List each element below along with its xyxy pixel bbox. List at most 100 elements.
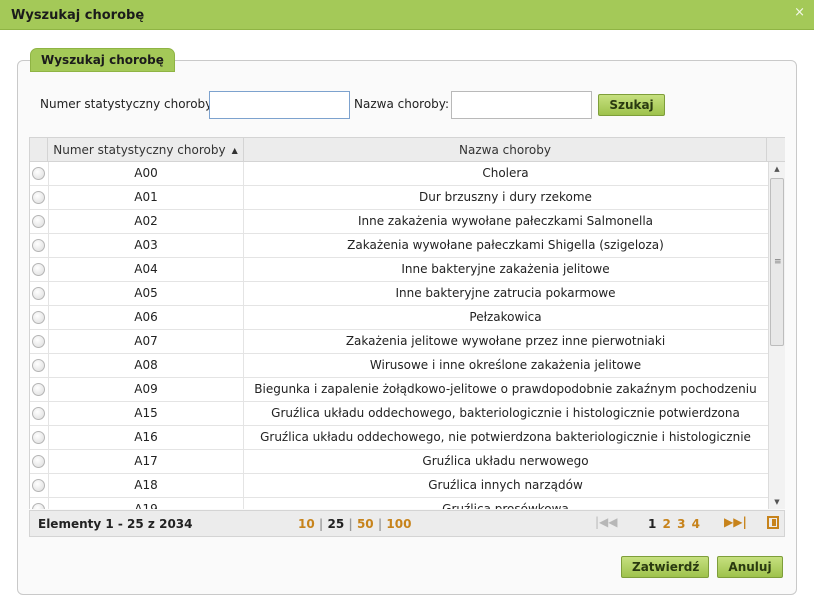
row-radio[interactable] (32, 215, 45, 228)
scroll-down-icon[interactable]: ▼ (769, 495, 785, 509)
disease-name: Gruźlica układu nerwowego (422, 454, 589, 468)
scrollbar-thumb[interactable]: ≡ (770, 178, 784, 346)
table-row[interactable]: A15 Gruźlica układu oddechowego, bakterio… (30, 402, 768, 426)
disease-code: A05 (48, 282, 244, 305)
disease-name: Biegunka i zapalenie żołądkowo-jelitowe … (254, 382, 757, 396)
page-size-separator: | (377, 517, 383, 531)
table-row[interactable]: A18 Gruźlica innych narządów (30, 474, 768, 498)
disease-name: Gruźlica układu oddechowego, nie potwier… (260, 430, 751, 444)
disease-code: A00 (48, 162, 244, 185)
disease-name: Gruźlica prosówkowa (442, 502, 569, 509)
code-label: Numer statystyczny choroby: (40, 97, 216, 111)
disease-code: A06 (48, 306, 244, 329)
table-row[interactable]: A09 Biegunka i zapalenie żołądkowo-jelito… (30, 378, 768, 402)
page-size-50[interactable]: 50 (357, 517, 374, 531)
row-radio[interactable] (32, 455, 45, 468)
disease-name: Gruźlica układu oddechowego, bakteriolog… (271, 406, 740, 420)
disease-code: A08 (48, 354, 244, 377)
page-1[interactable]: 1 (648, 517, 656, 531)
dialog-title: Wyszukaj chorobę (11, 8, 145, 23)
panel-legend: Wyszukaj chorobę (30, 48, 175, 72)
table-row[interactable]: A03 Zakażenia wywołane pałeczkami Shigell… (30, 234, 768, 258)
disease-name: Cholera (482, 166, 529, 180)
name-input[interactable] (451, 91, 592, 119)
table-row[interactable]: A08 Wirusowe i inne określone zakażenia j… (30, 354, 768, 378)
row-radio[interactable] (32, 239, 45, 252)
column-header-code-label: Numer statystyczny choroby (53, 143, 226, 157)
disease-code: A07 (48, 330, 244, 353)
code-input[interactable] (209, 91, 350, 119)
disease-code: A01 (48, 186, 244, 209)
row-radio[interactable] (32, 479, 45, 492)
disease-code: A03 (48, 234, 244, 257)
disease-name: Inne bakteryjne zatrucia pokarmowe (395, 286, 616, 300)
disease-name: Wirusowe i inne określone zakażenia jeli… (369, 358, 642, 372)
table-row[interactable]: A17 Gruźlica układu nerwowego (30, 450, 768, 474)
table-row[interactable]: A16 Gruźlica układu oddechowego, nie potw… (30, 426, 768, 450)
page-size-10[interactable]: 10 (298, 517, 315, 531)
row-radio[interactable] (32, 431, 45, 444)
disease-code: A16 (48, 426, 244, 449)
table-row[interactable]: A04 Inne bakteryjne zakażenia jelitowe (30, 258, 768, 282)
disease-code: A17 (48, 450, 244, 473)
pager-info: Elementy 1 - 25 z 2034 (38, 517, 193, 531)
column-header-name-label: Nazwa choroby (459, 143, 551, 157)
first-page-icon[interactable]: |◀◀ (595, 515, 618, 529)
disease-code: A19 (48, 498, 244, 509)
disease-code: A04 (48, 258, 244, 281)
row-radio[interactable] (32, 335, 45, 348)
page-3[interactable]: 3 (677, 517, 685, 531)
cancel-button[interactable]: Anuluj (717, 556, 783, 578)
disease-name: Dur brzuszny i dury rzekome (419, 190, 592, 204)
column-header-code[interactable]: Numer statystyczny choroby ▲ (48, 138, 244, 162)
page-4[interactable]: 4 (692, 517, 700, 531)
search-button[interactable]: Szukaj (598, 94, 665, 116)
row-radio[interactable] (32, 359, 45, 372)
disease-name: Zakażenia jelitowe wywołane przez inne p… (345, 334, 666, 348)
table-row[interactable]: A01 Dur brzuszny i dury rzekome (30, 186, 768, 210)
row-radio[interactable] (32, 311, 45, 324)
vertical-scrollbar[interactable]: ▲ ≡ ▼ (768, 162, 785, 509)
table-row[interactable]: A02 Inne zakażenia wywołane pałeczkami Sa… (30, 210, 768, 234)
grid-rows: A00 Cholera A01 Dur brzuszny i dury rzekome… (30, 162, 768, 509)
page-size-separator: | (318, 517, 324, 531)
disease-grid: Numer statystyczny choroby ▲ Nazwa chorob… (29, 137, 785, 509)
table-row[interactable]: A07 Zakażenia jelitowe wywołane przez inn… (30, 330, 768, 354)
page-size-selector: 10 | 25 | 50 | 100 (298, 517, 411, 531)
table-row[interactable]: A19 Gruźlica prosówkowa (30, 498, 768, 509)
table-row[interactable]: A06 Pełzakowica (30, 306, 768, 330)
disease-name: Pełzakowica (469, 310, 542, 324)
last-page-icon[interactable]: ▶▶| (724, 515, 747, 529)
name-label: Nazwa choroby: (354, 97, 450, 111)
disease-name: Zakażenia wywołane pałeczkami Shigella (… (347, 238, 664, 252)
page-2[interactable]: 2 (663, 517, 671, 531)
page-size-25[interactable]: 25 (327, 517, 344, 531)
scroll-up-icon[interactable]: ▲ (769, 162, 785, 176)
confirm-button[interactable]: Zatwierdź (621, 556, 709, 578)
disease-code: A09 (48, 378, 244, 401)
table-row[interactable]: A00 Cholera (30, 162, 768, 186)
sort-asc-icon: ▲ (231, 146, 238, 155)
disease-name: Inne zakażenia wywołane pałeczkami Salmo… (357, 214, 654, 228)
page-numbers: 1 2 3 4 (648, 517, 702, 531)
grid-pager: Elementy 1 - 25 z 2034 10 | 25 | 50 | 10… (29, 510, 785, 537)
disease-name: Gruźlica innych narządów (428, 478, 583, 492)
dialog-titlebar: Wyszukaj chorobę × (0, 0, 814, 30)
row-radio[interactable] (32, 503, 45, 509)
page-size-100[interactable]: 100 (386, 517, 411, 531)
close-icon[interactable]: × (794, 5, 805, 20)
row-radio[interactable] (32, 407, 45, 420)
row-radio[interactable] (32, 383, 45, 396)
row-radio[interactable] (32, 191, 45, 204)
row-radio[interactable] (32, 167, 45, 180)
row-radio[interactable] (32, 287, 45, 300)
disease-code: A15 (48, 402, 244, 425)
column-header-name[interactable]: Nazwa choroby (244, 138, 767, 162)
page-size-separator: | (348, 517, 353, 531)
disease-code: A18 (48, 474, 244, 497)
disease-code: A02 (48, 210, 244, 233)
table-row[interactable]: A05 Inne bakteryjne zatrucia pokarmowe (30, 282, 768, 306)
pager-settings-icon[interactable] (767, 516, 779, 529)
select-column-header (30, 138, 48, 162)
row-radio[interactable] (32, 263, 45, 276)
